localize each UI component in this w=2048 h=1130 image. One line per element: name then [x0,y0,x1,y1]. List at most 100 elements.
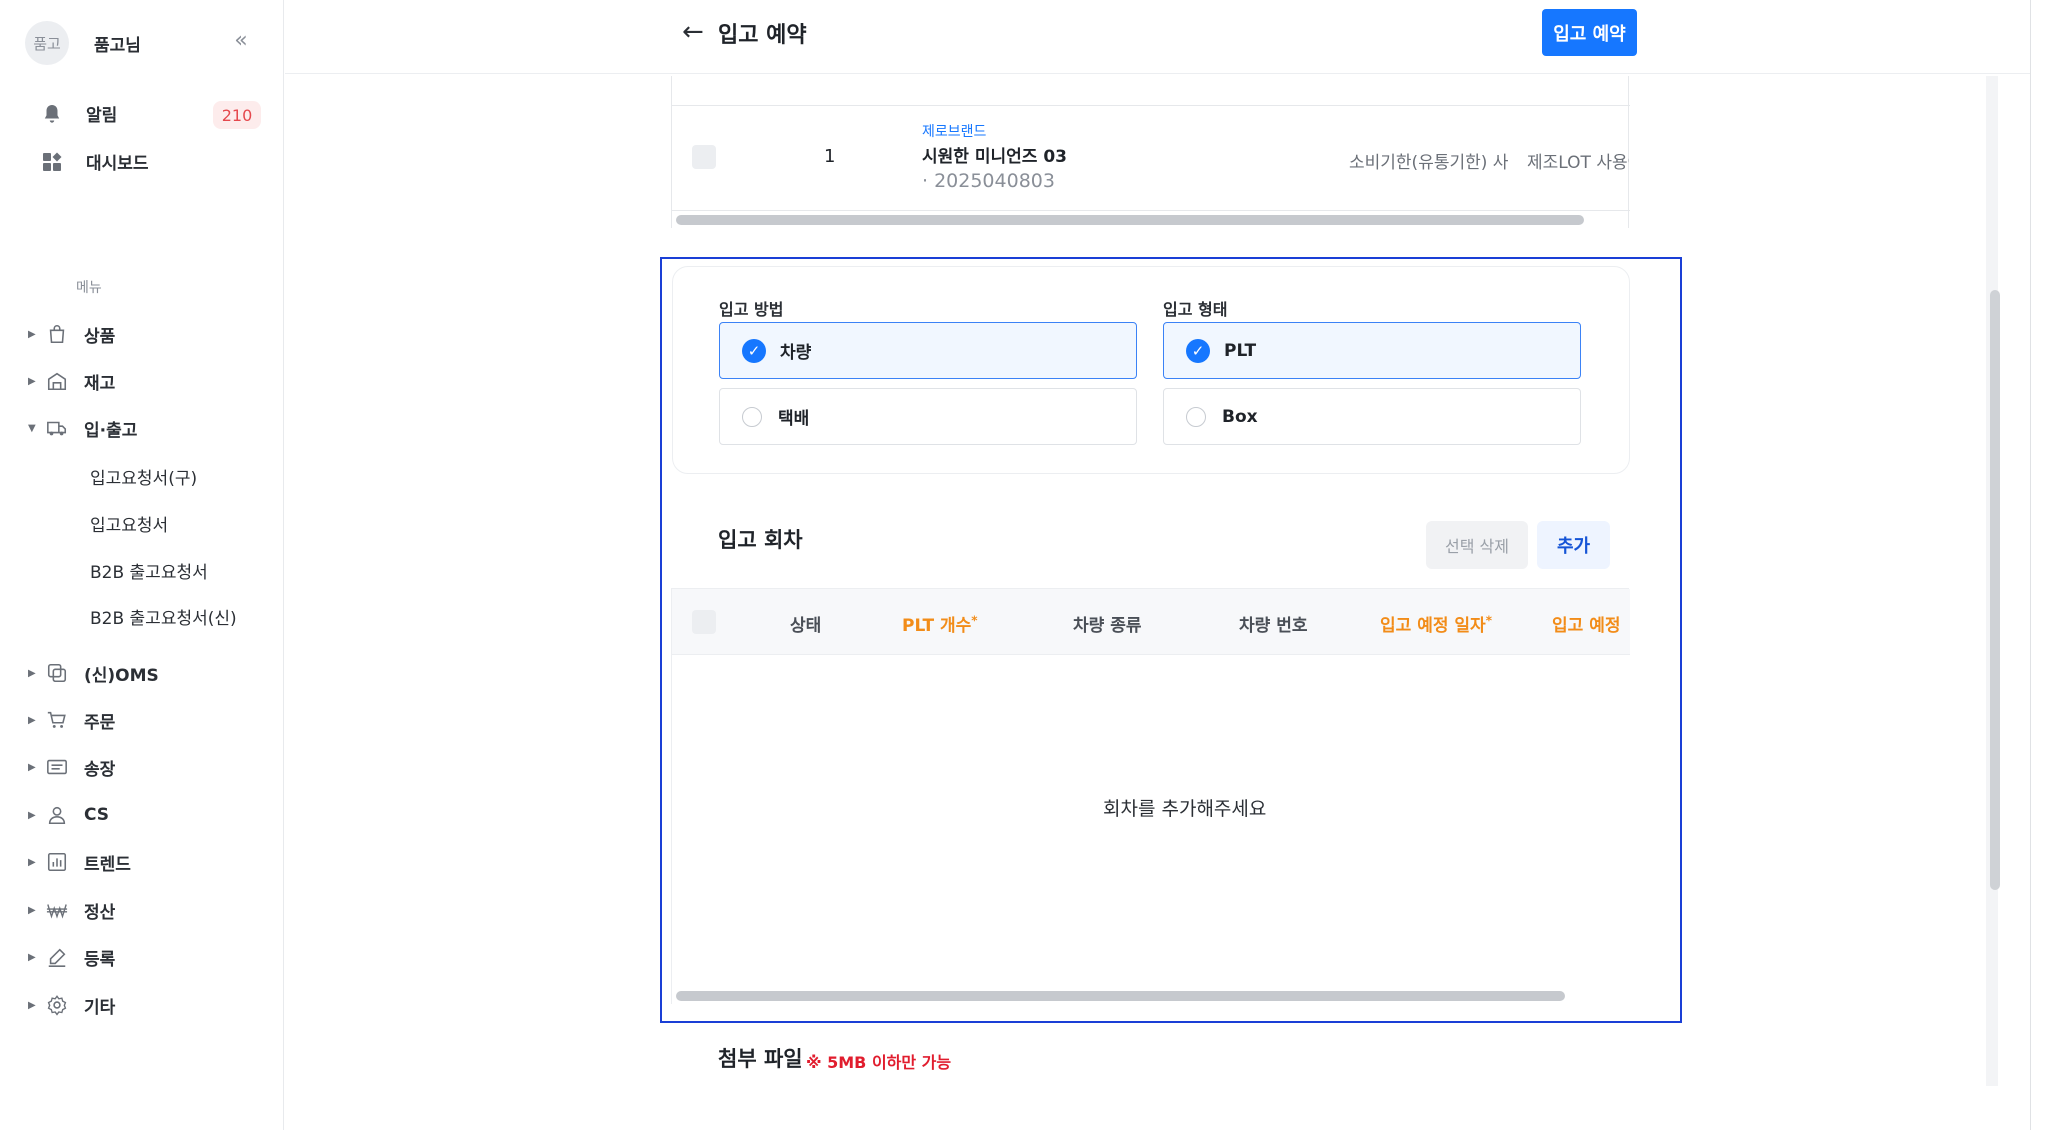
sidebar-item-alerts[interactable]: 알림 [40,101,117,126]
method-option-parcel[interactable]: 택배 [719,388,1137,445]
bag-icon [49,325,65,344]
sidebar-item-order[interactable]: ▶ 주문 [28,706,115,734]
caret-down-icon: ▼ [28,422,36,434]
required-mark: * [971,613,978,628]
inbound-type-label: 입고 형태 [1163,300,1228,319]
truck-icon [47,421,67,436]
caret-right-icon: ▶ [28,951,36,963]
product-table: 1 제로브랜드 시원한 미니언즈 03 · 2025040803 소비기한(유통… [671,76,1630,228]
type-option-box[interactable]: Box [1163,388,1581,445]
row-number: 1 [824,146,836,167]
option-label: 택배 [778,409,810,429]
sidebar-item-inventory[interactable]: ▶ 재고 [28,367,115,395]
empty-state-message: 회차를 추가해주세요 [1103,798,1267,820]
table-header: 상태 PLT 개수* 차량 종류 차량 번호 입고 예정 일자* 입고 예정 [672,589,1630,655]
sidebar-item-inout[interactable]: ▼ 입·출고 [28,414,137,442]
gear-icon [47,995,67,1016]
chart-icon [47,852,67,872]
double-chevron-left-icon[interactable]: « [228,30,254,56]
inbound-method-label: 입고 방법 [719,300,784,319]
sidebar-item-label: 정산 [84,902,116,923]
check-circle-icon: ✓ [742,338,766,363]
product-brand: 제로브랜드 [922,124,987,140]
column-header: 차량 종류 [1073,616,1142,636]
column-header: 상태 [790,616,822,636]
cart-icon [47,711,66,728]
caret-right-icon: ▶ [28,328,36,340]
product-code: · 2025040803 [922,170,1055,192]
pencil-icon [48,948,66,967]
add-round-button[interactable]: 추가 [1537,521,1610,569]
row-checkbox[interactable] [692,145,716,169]
caret-right-icon: ▶ [28,904,36,916]
sidebar-subitem-b2b-outbound[interactable]: B2B 출고요청서 [90,558,208,583]
profile[interactable]: 품고 품고님 [25,21,141,65]
select-all-checkbox[interactable] [692,610,716,634]
page-header: ← 입고 예약 입고 예약 [285,0,2048,74]
type-option-plt[interactable]: ✓ PLT [1163,322,1581,379]
window-edge [2030,0,2048,1130]
sidebar-item-etc[interactable]: ▶ 기타 [28,991,115,1019]
attachment-size-note: ※ 5MB 이하만 가능 [806,1053,952,1072]
invoice-icon [47,759,67,775]
sidebar-item-label: 입·출고 [84,420,138,441]
rounds-table-scrollbar[interactable] [676,991,1565,1001]
sidebar-item-settlement[interactable]: ▶ 정산 [28,896,115,924]
sidebar-item-label: 등록 [84,949,116,970]
column-header: 차량 번호 [1239,616,1308,636]
won-icon [46,904,68,919]
sidebar-subitem-inbound[interactable]: 입고요청서 [90,511,168,536]
sidebar-item-label: 재고 [84,373,116,394]
page-scrollbar-thumb[interactable] [1990,290,2000,890]
alerts-count-badge: 210 [213,101,261,129]
sidebar-subitem-b2b-outbound-new[interactable]: B2B 출고요청서(신) [90,604,237,629]
bell-icon [44,104,60,123]
caret-right-icon: ▶ [28,809,36,821]
caret-right-icon: ▶ [28,856,36,868]
caret-right-icon: ▶ [28,714,36,726]
warehouse-icon [47,372,67,391]
sidebar-item-label: 상품 [84,326,116,347]
product-table-scrollbar[interactable] [676,215,1584,225]
reserve-inbound-button[interactable]: 입고 예약 [1542,9,1637,56]
product-name: 시원한 미니언즈 03 [922,147,1067,167]
check-circle-icon: ✓ [1186,338,1210,363]
sidebar-item-register[interactable]: ▶ 등록 [28,943,115,971]
section-title-attachment: 첨부 파일 [718,1047,803,1071]
delete-selected-button[interactable]: 선택 삭제 [1426,521,1528,569]
column-header: 입고 예정 일자* [1380,613,1492,636]
sidebar-item-label: (신)OMS [84,665,159,686]
column-header: 입고 예정 [1552,616,1621,636]
sidebar-item-label: 송장 [84,759,116,780]
sidebar-item-oms[interactable]: ▶ (신)OMS [28,659,159,687]
caret-right-icon: ▶ [28,375,36,387]
option-label: PLT [1224,340,1257,361]
caret-right-icon: ▶ [28,667,36,679]
radio-icon [1186,406,1206,427]
sidebar: 품고 품고님 « 알림 210 대시보드 메뉴 ▶ 상품 ▶ 재고 ▼ 입·출고… [0,0,284,1130]
person-icon [48,806,66,825]
sidebar-item-trend[interactable]: ▶ 트렌드 [28,848,131,876]
sidebar-item-label: 대시보드 [86,154,149,174]
sidebar-item-invoice[interactable]: ▶ 송장 [28,753,115,781]
sidebar-item-cs[interactable]: ▶ CS [28,801,109,829]
caret-right-icon: ▶ [28,761,36,773]
caret-right-icon: ▶ [28,999,36,1011]
sidebar-item-product[interactable]: ▶ 상품 [28,320,115,348]
method-option-vehicle[interactable]: ✓ 차량 [719,322,1137,379]
lot-cell: 제조LOT 사용여부 [1527,153,1629,173]
required-mark: * [1485,613,1492,628]
page-title: 입고 예약 [718,23,807,48]
dashboard-icon [43,152,62,171]
table-divider [672,210,1630,211]
section-title-rounds: 입고 회차 [718,528,803,552]
option-label: Box [1222,406,1258,427]
back-arrow-icon[interactable]: ← [682,17,704,47]
column-header: PLT 개수* [902,613,978,636]
radio-icon [742,406,762,427]
sidebar-item-dashboard[interactable]: 대시보드 [40,149,149,174]
option-label: 차량 [780,343,812,363]
menu-heading: 메뉴 [76,280,102,296]
sidebar-subitem-inbound-old[interactable]: 입고요청서(구) [90,464,197,489]
sidebar-item-label: 주문 [84,712,116,733]
